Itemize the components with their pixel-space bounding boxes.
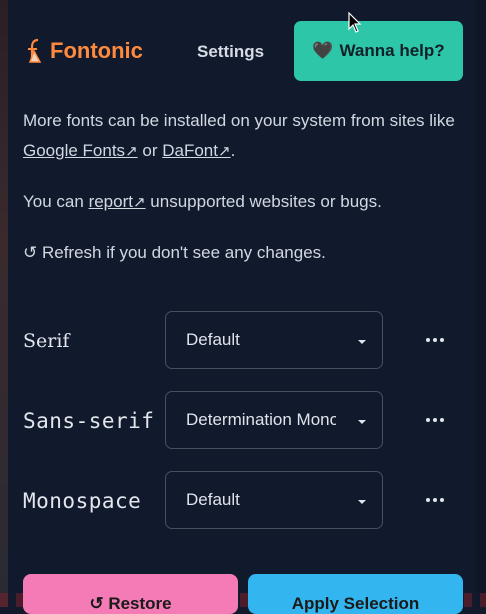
font-glyph-icon: [28, 38, 42, 63]
more-dots-icon: [426, 338, 430, 342]
font-label-serif: Serif: [23, 330, 70, 352]
period-text: .: [230, 141, 236, 160]
report-suffix: unsupported websites or bugs.: [150, 192, 382, 211]
report-paragraph: You can report↗ unsupported websites or …: [23, 187, 463, 218]
app-title: Fontonic: [50, 38, 143, 63]
google-fonts-link[interactable]: Google Fonts↗: [23, 141, 138, 160]
font-label-sans-serif: Sans-serif: [23, 409, 155, 433]
font-row-sans-serif: Sans-serif Determination Mono: [23, 391, 453, 451]
black-heart-icon: 🖤: [312, 41, 334, 60]
install-fonts-text: More fonts can be installed on your syst…: [23, 111, 455, 130]
scrollbar-track[interactable]: [476, 0, 486, 607]
background-window-edge: [0, 0, 8, 607]
external-link-icon: ↗: [217, 143, 231, 160]
font-row-serif: Serif Default: [23, 311, 453, 371]
info-text: More fonts can be installed on your syst…: [23, 106, 463, 288]
monospace-font-select[interactable]: Default: [165, 471, 383, 529]
popup-header: Fontonic Settings 🖤 Wanna help?: [8, 20, 476, 82]
font-row-monospace: Monospace Default: [23, 471, 453, 531]
chevron-down-icon: [358, 420, 366, 424]
serif-more-button[interactable]: [421, 329, 449, 351]
refresh-hint: ↺ Refresh if you don't see any changes.: [23, 243, 326, 262]
monospace-font-value: Default: [186, 490, 240, 509]
or-text: or: [142, 141, 158, 160]
report-prefix: You can: [23, 192, 84, 211]
report-link[interactable]: report↗: [89, 192, 146, 211]
settings-button[interactable]: Settings: [197, 42, 264, 62]
sans-serif-more-button[interactable]: [421, 409, 449, 431]
wanna-help-button[interactable]: 🖤 Wanna help?: [294, 21, 463, 81]
sans-serif-font-value: Determination Mono: [186, 410, 336, 429]
install-fonts-paragraph: More fonts can be installed on your syst…: [23, 106, 463, 167]
chevron-down-icon: [358, 500, 366, 504]
restore-button[interactable]: ↺ Restore: [23, 574, 238, 614]
mouse-cursor-icon: [348, 12, 362, 33]
wanna-help-label: Wanna help?: [339, 41, 445, 60]
chevron-down-icon: [358, 340, 366, 344]
external-link-icon: ↗: [132, 194, 146, 211]
serif-font-value: Default: [186, 330, 240, 349]
font-label-monospace: Monospace: [23, 489, 142, 513]
app-logo: Fontonic: [24, 34, 143, 68]
more-dots-icon: [426, 498, 430, 502]
monospace-more-button[interactable]: [421, 489, 449, 511]
dafont-link[interactable]: DaFont↗: [162, 141, 230, 160]
apply-selection-button[interactable]: Apply Selection: [248, 574, 463, 614]
more-dots-icon: [426, 418, 430, 422]
sans-serif-font-select[interactable]: Determination Mono: [165, 391, 383, 449]
serif-font-select[interactable]: Default: [165, 311, 383, 369]
external-link-icon: ↗: [125, 143, 138, 160]
